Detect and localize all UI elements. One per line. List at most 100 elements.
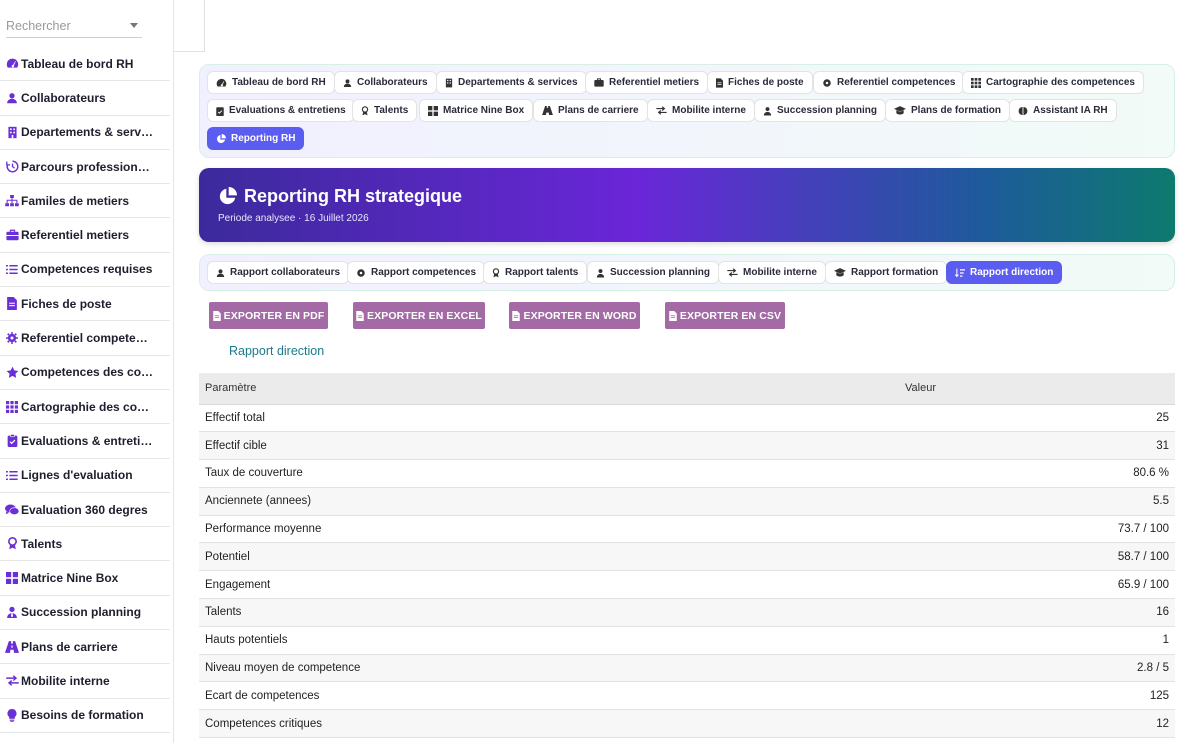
sidebar-item-evaluation-360[interactable]: Evaluation 360 degres <box>0 493 170 528</box>
sidebar-item-competences-collaborateurs[interactable]: Competences des co… <box>0 356 170 390</box>
sidebar-item-cartographie[interactable]: Cartographie des co… <box>0 390 170 425</box>
sidebar-item-label: Talents <box>21 536 63 551</box>
sidebar-item-parcours[interactable]: Parcours profession… <box>0 150 170 185</box>
history-icon <box>5 160 19 174</box>
nav-chip-label: Tableau de bord RH <box>232 77 326 88</box>
nav-chip-nine-box[interactable]: Matrice Nine Box <box>419 99 534 122</box>
nav-chip-referentiel-metiers[interactable]: Referentiel metiers <box>585 71 709 94</box>
grid-icon <box>428 105 438 116</box>
column-header-valeur[interactable]: Valeur <box>899 373 1175 405</box>
nav-chip-talents[interactable]: Talents <box>352 99 418 122</box>
lightbulb-icon <box>5 708 19 722</box>
table-row: Competences critiques 12 <box>199 709 1175 739</box>
sidebar-item-talents[interactable]: Talents <box>0 527 170 562</box>
sidebar-item-lignes-evaluation[interactable]: Lignes d'evaluation <box>0 459 170 493</box>
nav-chip-cartographie[interactable]: Cartographie des competences <box>962 71 1144 94</box>
exchange-icon <box>656 106 667 115</box>
nav-chip-label: Referentiel competences <box>837 77 956 88</box>
nav-chip-fiches-poste[interactable]: Fiches de poste <box>707 71 813 94</box>
sidebar-item-label: Mobilite interne <box>21 673 110 688</box>
user-icon <box>343 78 352 87</box>
tab-mobilite-interne[interactable]: Mobilite interne <box>718 261 826 284</box>
param-cell: Talents <box>199 598 899 627</box>
search-select[interactable] <box>6 14 142 38</box>
graduation-cap-icon <box>894 106 906 115</box>
value-cell: 1 <box>899 626 1175 655</box>
sidebar-item-nine-box[interactable]: Matrice Nine Box <box>0 561 170 596</box>
sidebar-item-besoins-formation[interactable]: Besoins de formation <box>0 699 170 733</box>
tab-label: Succession planning <box>610 267 711 278</box>
tab-rapport-collaborateurs[interactable]: Rapport collaborateurs <box>207 261 350 284</box>
sidebar-item-succession[interactable]: Succession planning <box>0 596 170 631</box>
module-nav: Tableau de bord RH Collaborateurs Depart… <box>199 64 1175 158</box>
user-tie-icon <box>763 106 772 115</box>
report-tabs: Rapport collaborateurs Rapport competenc… <box>199 254 1175 291</box>
column-header-parametre[interactable]: Paramètre <box>199 373 899 405</box>
sidebar-item-label: Collaborateurs <box>21 90 106 105</box>
sidebar-item-label: Familes de metiers <box>21 193 130 208</box>
table-row: Taux de couverture 80.6 % <box>199 459 1175 488</box>
chevron-down-icon[interactable] <box>130 23 138 28</box>
nav-chip-label: Plans de formation <box>911 105 1002 116</box>
tab-label: Rapport direction <box>970 267 1054 278</box>
sidebar-item-label: Departements & serv… <box>21 125 154 140</box>
tab-rapport-competences[interactable]: Rapport competences <box>347 261 486 284</box>
sidebar-item-evaluations[interactable]: Evaluations & entreti… <box>0 424 170 459</box>
nav-chip-departements[interactable]: Departements & services <box>436 71 587 94</box>
tab-rapport-talents[interactable]: Rapport talents <box>483 261 588 284</box>
export-word-button[interactable]: EXPORTER EN WORD <box>509 302 640 329</box>
table-header-row: Paramètre Valeur <box>199 373 1175 405</box>
value-cell: 16 <box>899 598 1175 627</box>
export-csv-button[interactable]: EXPORTER EN CSV <box>665 302 785 329</box>
sidebar-item-collaborateurs[interactable]: Collaborateurs <box>0 81 170 116</box>
sidebar-menu: Tableau de bord RH Collaborateurs Depart… <box>0 47 170 733</box>
nav-chip-referentiel-competences[interactable]: Referentiel competences <box>813 71 965 94</box>
tab-succession-planning[interactable]: Succession planning <box>587 261 720 284</box>
sidebar-item-departements[interactable]: Departements & serv… <box>0 116 170 150</box>
search-input[interactable] <box>6 14 126 38</box>
sidebar-item-label: Tableau de bord RH <box>21 56 134 71</box>
param-cell: Effectif cible <box>199 431 899 461</box>
collapse-tab[interactable] <box>174 0 205 52</box>
exchange-icon <box>5 674 19 688</box>
tab-label: Rapport competences <box>371 267 477 278</box>
param-cell: Engagement <box>199 570 899 600</box>
export-excel-button[interactable]: EXPORTER EN EXCEL <box>353 302 485 329</box>
table-row: Engagement 65.9 / 100 <box>199 570 1175 600</box>
table-row: Performance moyenne 73.7 / 100 <box>199 515 1175 544</box>
nav-chip-succession[interactable]: Succession planning <box>754 99 887 122</box>
road-icon <box>5 640 19 654</box>
sidebar-item-tableau-de-bord[interactable]: Tableau de bord RH <box>0 47 170 82</box>
nav-chip-label: Talents <box>374 105 409 116</box>
nav-chip-plans-formation[interactable]: Plans de formation <box>885 99 1011 122</box>
nav-chip-plans-carriere[interactable]: Plans de carriere <box>533 99 648 122</box>
tab-rapport-direction[interactable]: Rapport direction <box>946 261 1063 284</box>
nav-chip-assistant-ia[interactable]: Assistant IA RH <box>1009 99 1117 122</box>
param-cell: Effectif total <box>199 404 899 433</box>
nav-chip-label: Evaluations & entretiens <box>229 105 346 116</box>
param-cell: Niveau moyen de competence <box>199 654 899 683</box>
sidebar-item-fiches-poste[interactable]: Fiches de poste <box>0 287 170 322</box>
nav-chip-label: Departements & services <box>458 77 578 88</box>
nav-chip-reporting-rh[interactable]: Reporting RH <box>207 127 305 150</box>
sidebar-item-mobilite[interactable]: Mobilite interne <box>0 664 170 699</box>
sidebar-item-competences-requises[interactable]: Competences requises <box>0 253 170 288</box>
nav-chip-evaluations[interactable]: Evaluations & entretiens <box>207 99 355 122</box>
sidebar-item-referentiel-metiers[interactable]: Referentiel metiers <box>0 218 170 253</box>
nav-chip-mobilite[interactable]: Mobilite interne <box>647 99 755 122</box>
sitemap-icon <box>5 194 19 208</box>
value-cell: 2.8 / 5 <box>899 654 1175 683</box>
sidebar-item-familles-metiers[interactable]: Familes de metiers <box>0 184 170 219</box>
sidebar-item-plans-carriere[interactable]: Plans de carriere <box>0 630 170 665</box>
nav-chip-collaborateurs[interactable]: Collaborateurs <box>334 71 437 94</box>
tab-rapport-formation[interactable]: Rapport formation <box>825 261 948 284</box>
sidebar-item-label: Referentiel metiers <box>21 228 130 243</box>
file-csv-icon <box>669 310 677 321</box>
value-cell: 80.6 % <box>899 459 1175 488</box>
sidebar-item-referentiel-competences[interactable]: Referentiel compete… <box>0 321 170 356</box>
param-cell: Anciennete (annees) <box>199 487 899 516</box>
export-pdf-button[interactable]: EXPORTER EN PDF <box>209 302 328 329</box>
grid-icon <box>971 77 981 88</box>
nav-chip-tableau-de-bord[interactable]: Tableau de bord RH <box>207 71 335 94</box>
table-row: Niveau moyen de competence 2.8 / 5 <box>199 654 1175 683</box>
